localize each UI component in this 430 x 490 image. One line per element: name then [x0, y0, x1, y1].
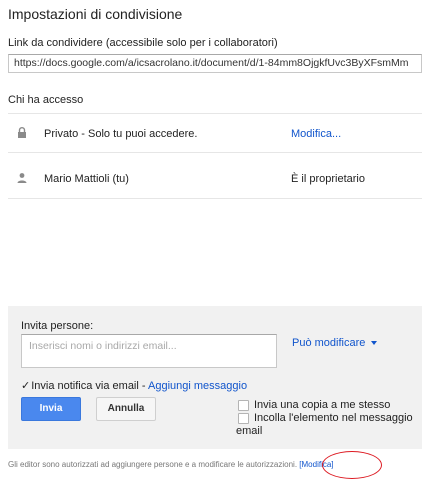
send-button[interactable]: Invia — [21, 397, 81, 421]
footer-note: Gli editor sono autorizzati ad aggiunger… — [8, 460, 334, 469]
notify-email-option[interactable]: ✓Invia notifica via email - Aggiungi mes… — [21, 379, 247, 392]
invite-panel: Invita persone: Inserisci nomi o indiriz… — [8, 306, 422, 449]
visibility-text: Privato - Solo tu puoi accedere. — [44, 128, 198, 140]
change-visibility-link[interactable]: Modifica... — [291, 128, 341, 140]
dialog-title: Impostazioni di condivisione — [8, 6, 183, 22]
access-row-visibility: Privato - Solo tu puoi accedere. Modific… — [8, 113, 422, 153]
caret-down-icon — [371, 341, 378, 346]
share-link-field[interactable]: https://docs.google.com/a/icsacrolano.it… — [8, 54, 422, 73]
person-icon — [16, 171, 28, 185]
annotation-circle — [322, 451, 382, 479]
owner-role: È il proprietario — [291, 173, 365, 185]
lock-icon — [16, 126, 28, 140]
owner-name: Mario Mattioli (tu) — [44, 173, 129, 185]
paste-item-checkbox[interactable] — [238, 413, 249, 424]
copy-to-me-label: Invia una copia a me stesso — [254, 399, 391, 411]
share-link-label: Link da condividere (accessibile solo pe… — [8, 37, 278, 49]
paste-item-label-continued: email — [236, 425, 263, 437]
invite-people-input[interactable]: Inserisci nomi o indirizzi email... — [21, 334, 277, 368]
notify-email-label: Invia notifica via email - — [31, 380, 148, 392]
cancel-button[interactable]: Annulla — [96, 397, 156, 421]
add-message-link[interactable]: Aggiungi messaggio — [148, 380, 247, 392]
paste-item-label: Incolla l'elemento nel messaggio — [254, 412, 413, 424]
access-row-owner: Mario Mattioli (tu) È il proprietario — [8, 159, 422, 199]
copy-to-me-checkbox[interactable] — [238, 400, 249, 411]
checkmark-icon: ✓ — [21, 380, 31, 392]
footer-text: Gli editor sono autorizzati ad aggiunger… — [8, 460, 298, 469]
who-has-access-label: Chi ha accesso — [8, 94, 84, 106]
invite-label: Invita persone: — [21, 320, 94, 332]
permission-dropdown-label: Può modificare — [292, 337, 366, 349]
permission-dropdown[interactable]: Può modificare — [292, 337, 378, 349]
